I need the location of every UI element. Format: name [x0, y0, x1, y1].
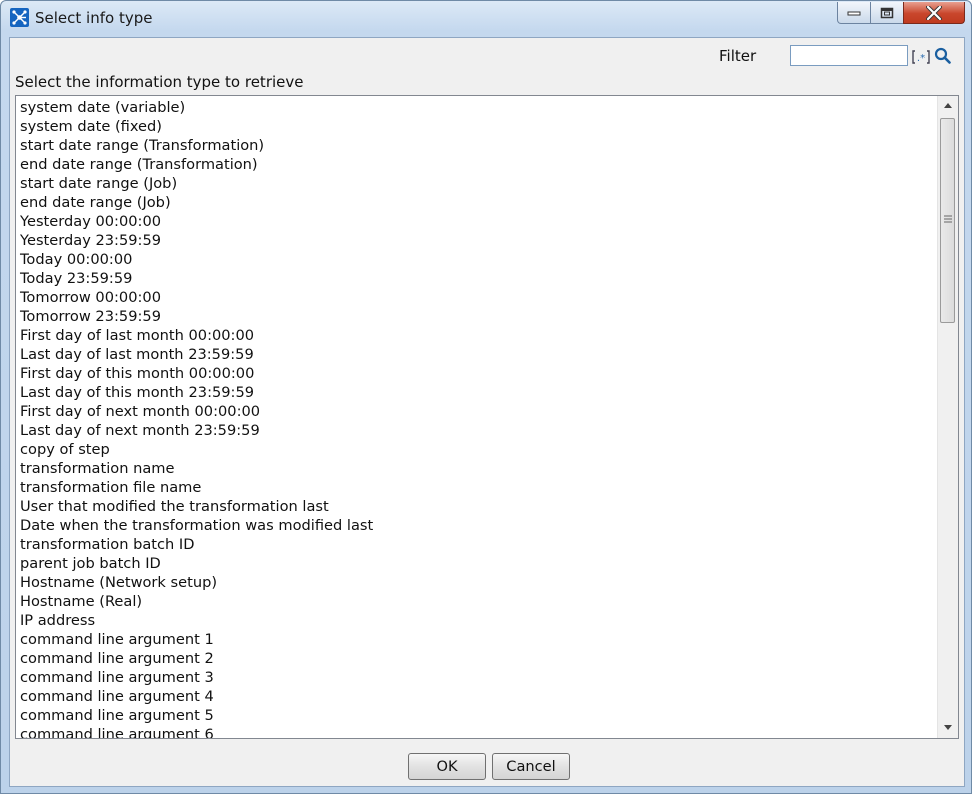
list-item[interactable]: Last day of next month 23:59:59	[16, 421, 936, 440]
network-node-icon	[10, 8, 29, 27]
list-item[interactable]: Last day of last month 23:59:59	[16, 345, 936, 364]
list-item[interactable]: end date range (Job)	[16, 193, 936, 212]
list-item[interactable]: Hostname (Network setup)	[16, 573, 936, 592]
scroll-up-button[interactable]	[938, 96, 958, 116]
list-item[interactable]: Last day of this month 23:59:59	[16, 383, 936, 402]
search-icon[interactable]	[934, 47, 951, 68]
list-item[interactable]: system date (fixed)	[16, 117, 936, 136]
arrow-down-icon	[944, 725, 952, 730]
list-item[interactable]: command line argument 5	[16, 706, 936, 725]
list-item[interactable]: First day of next month 00:00:00	[16, 402, 936, 421]
arrow-up-icon	[944, 103, 952, 108]
list-item[interactable]: First day of this month 00:00:00	[16, 364, 936, 383]
cancel-button[interactable]: Cancel	[492, 753, 570, 780]
list-item[interactable]: transformation file name	[16, 478, 936, 497]
list-item[interactable]: transformation name	[16, 459, 936, 478]
list-item[interactable]: Tomorrow 00:00:00	[16, 288, 936, 307]
info-type-list[interactable]: system date (variable) system date (fixed…	[15, 95, 959, 739]
close-icon	[926, 5, 942, 20]
list-item[interactable]: IP address	[16, 611, 936, 630]
dialog-window: Select info type Filter .* Select the in…	[0, 0, 972, 794]
list-item[interactable]: Hostname (Real)	[16, 592, 936, 611]
list-item[interactable]: User that modified the transformation la…	[16, 497, 936, 516]
list-item[interactable]: transformation batch ID	[16, 535, 936, 554]
dialog-content: Filter .* Select the information type to…	[9, 37, 965, 787]
list-item[interactable]: start date range (Transformation)	[16, 136, 936, 155]
list-item[interactable]: Date when the transformation was modifie…	[16, 516, 936, 535]
list-item[interactable]: Tomorrow 23:59:59	[16, 307, 936, 326]
minimize-icon	[847, 11, 861, 15]
list-item[interactable]: parent job batch ID	[16, 554, 936, 573]
filter-label: Filter	[719, 47, 757, 65]
vertical-scrollbar[interactable]	[937, 96, 958, 738]
list-item[interactable]: command line argument 3	[16, 668, 936, 687]
list-item[interactable]: Today 23:59:59	[16, 269, 936, 288]
list-item[interactable]: command line argument 2	[16, 649, 936, 668]
instruction-label: Select the information type to retrieve	[15, 73, 304, 91]
list-item[interactable]: Today 00:00:00	[16, 250, 936, 269]
info-type-items: system date (variable) system date (fixed…	[16, 96, 936, 738]
scroll-down-button[interactable]	[938, 718, 958, 738]
list-item[interactable]: end date range (Transformation)	[16, 155, 936, 174]
list-item[interactable]: First day of last month 00:00:00	[16, 326, 936, 345]
grip-icon	[944, 215, 952, 223]
list-item[interactable]: Yesterday 23:59:59	[16, 231, 936, 250]
ok-button[interactable]: OK	[408, 753, 486, 780]
list-item[interactable]: copy of step	[16, 440, 936, 459]
list-item[interactable]: command line argument 4	[16, 687, 936, 706]
list-item[interactable]: command line argument 6	[16, 725, 936, 738]
svg-text:.*: .*	[917, 53, 925, 64]
close-button[interactable]	[903, 2, 965, 24]
filter-input[interactable]	[790, 45, 908, 66]
scrollbar-thumb[interactable]	[940, 118, 955, 323]
list-item[interactable]: start date range (Job)	[16, 174, 936, 193]
regex-icon[interactable]: .*	[912, 49, 930, 68]
list-item[interactable]: command line argument 1	[16, 630, 936, 649]
minimize-button[interactable]	[837, 2, 871, 24]
list-item[interactable]: system date (variable)	[16, 98, 936, 117]
window-title: Select info type	[35, 9, 153, 27]
maximize-button[interactable]	[870, 2, 904, 24]
list-item[interactable]: Yesterday 00:00:00	[16, 212, 936, 231]
maximize-icon	[880, 7, 894, 18]
title-bar[interactable]: Select info type	[1, 1, 971, 35]
